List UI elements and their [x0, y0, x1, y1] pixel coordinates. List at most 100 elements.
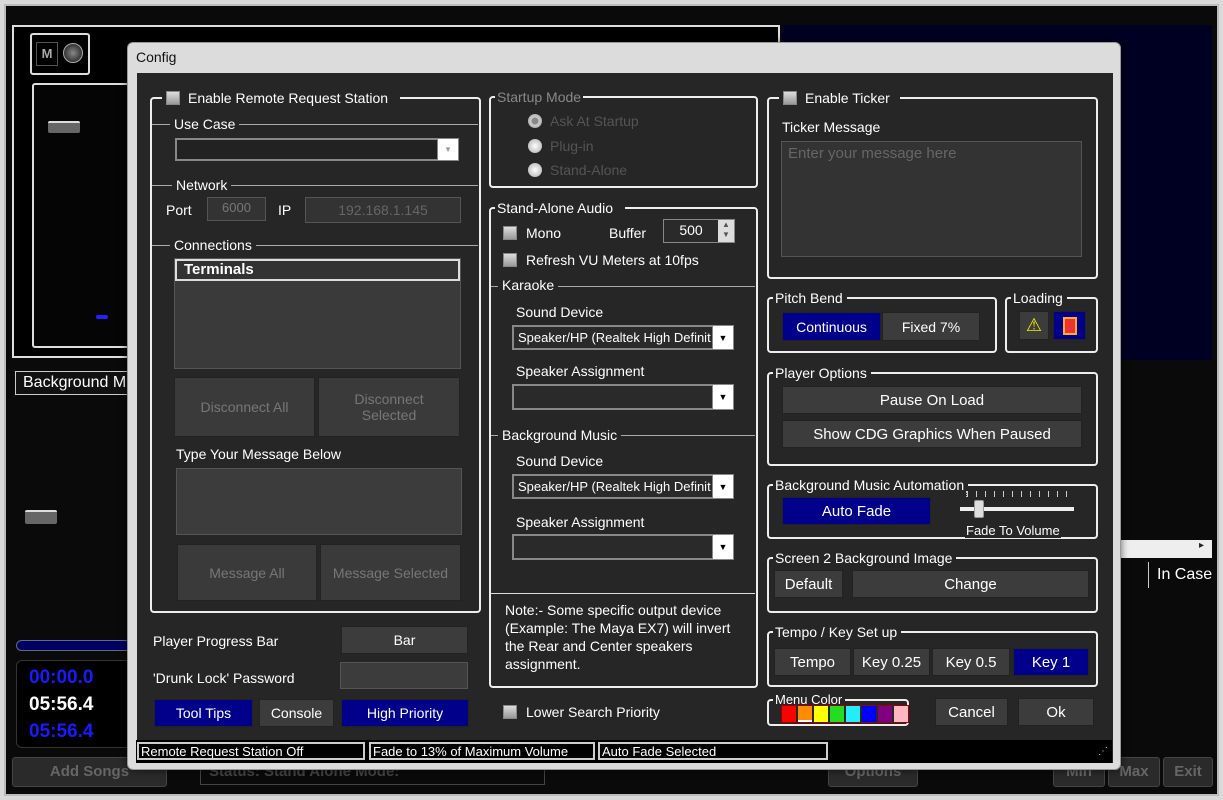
fade-to-volume-label: Fade To Volume	[965, 523, 1061, 538]
color-swatch[interactable]	[878, 706, 892, 722]
pause-on-load-button[interactable]: Pause On Load	[782, 386, 1082, 414]
continuous-button[interactable]: Continuous	[782, 312, 881, 341]
divider	[491, 593, 755, 594]
background-music-header: Background M	[15, 371, 140, 395]
color-swatch[interactable]	[894, 706, 908, 722]
key-05-button[interactable]: Key 0.5	[932, 648, 1010, 676]
enable-ticker-checkbox[interactable]	[783, 91, 797, 105]
cancel-button[interactable]: Cancel	[935, 698, 1008, 726]
player-progress-label: Player Progress Bar	[153, 633, 279, 649]
chevron-down-icon: ▼	[718, 392, 728, 402]
color-swatch[interactable]	[798, 706, 812, 722]
volume-knob-icon[interactable]	[63, 43, 83, 63]
default-button[interactable]: Default	[774, 570, 843, 598]
time-remaining: 05:56.4	[29, 721, 94, 742]
disconnect-selected-button[interactable]: Disconnect Selected	[318, 377, 460, 437]
status-fade: Fade to 13% of Maximum Volume	[369, 742, 595, 760]
port-label: Port	[166, 202, 192, 218]
ip-label: IP	[278, 202, 292, 218]
radio-icon	[528, 114, 542, 128]
bgm-speaker-dropdown[interactable]: ▼	[512, 534, 734, 560]
standalone-audio-label: Stand-Alone Audio	[495, 199, 625, 217]
scrollbar-horizontal[interactable]: ▸	[1120, 540, 1212, 558]
connections-label: Connections	[170, 237, 256, 253]
tempo-button[interactable]: Tempo	[774, 648, 851, 676]
mono-checkbox[interactable]	[503, 226, 517, 240]
ticker-message-input[interactable]: Enter your message here	[781, 141, 1082, 257]
color-swatch[interactable]	[814, 706, 828, 722]
meter-indicator	[96, 315, 108, 319]
lower-search-priority-label: Lower Search Priority	[526, 704, 660, 720]
menu-color-group: Menu Color	[767, 692, 909, 726]
slider-thumb[interactable]	[973, 500, 984, 518]
chevron-down-icon: ▼	[718, 542, 728, 552]
refresh-vu-checkbox[interactable]	[503, 253, 517, 267]
ok-button[interactable]: Ok	[1018, 698, 1094, 726]
color-swatch[interactable]	[846, 706, 860, 722]
buffer-spinner[interactable]: 500 ▲ ▼	[663, 219, 735, 243]
tool-tips-button[interactable]: Tool Tips	[154, 699, 253, 727]
message-selected-button[interactable]: Message Selected	[320, 544, 461, 601]
show-cdg-button[interactable]: Show CDG Graphics When Paused	[782, 420, 1082, 448]
radio-icon	[528, 139, 542, 153]
fixed-7-button[interactable]: Fixed 7%	[882, 312, 980, 341]
color-swatch[interactable]	[862, 706, 876, 722]
message-all-button[interactable]: Message All	[177, 544, 317, 601]
karaoke-label: Karaoke	[498, 277, 559, 293]
auto-fade-button[interactable]: Auto Fade	[782, 497, 931, 525]
message-textarea[interactable]	[176, 468, 462, 535]
speaker-note: Note:- Some specific output device (Exam…	[505, 602, 731, 672]
resize-grip-icon[interactable]: ⋰	[1098, 746, 1108, 757]
time-display: 00:00.0 05:56.4 05:56.4	[16, 660, 131, 748]
bgm-speaker-label: Speaker Assignment	[516, 514, 645, 530]
radio-icon	[528, 163, 542, 177]
karaoke-speaker-label: Speaker Assignment	[516, 363, 645, 379]
spinner-arrows-icon[interactable]: ▲ ▼	[718, 220, 734, 242]
exit-button[interactable]: Exit	[1163, 757, 1213, 787]
disconnect-all-button[interactable]: Disconnect All	[174, 377, 315, 437]
bgm-sound-device-dropdown[interactable]: Speaker/HP (Realtek High Definit ▼	[512, 474, 734, 499]
key-025-button[interactable]: Key 0.25	[853, 648, 930, 676]
loading-label: Loading	[1011, 289, 1067, 307]
fader-panel	[32, 83, 132, 348]
drunk-lock-password-input[interactable]	[340, 662, 468, 689]
progress-bar[interactable]	[16, 640, 131, 651]
karaoke-sound-device-dropdown[interactable]: Speaker/HP (Realtek High Definit ▼	[512, 325, 734, 350]
fade-to-volume-slider[interactable]	[960, 491, 1074, 521]
mono-label: Mono	[526, 225, 562, 241]
bgm-sound-device-label: Sound Device	[516, 453, 604, 469]
enable-ticker-label: Enable Ticker	[805, 90, 890, 106]
stop-icon[interactable]	[1053, 311, 1086, 340]
color-swatches	[781, 705, 909, 723]
warning-icon[interactable]: ⚠	[1019, 311, 1049, 340]
ip-input[interactable]: 192.168.1.145	[305, 197, 461, 223]
use-case-dropdown[interactable]: ▾	[175, 138, 459, 161]
screen2-label: Screen 2 Background Image	[773, 549, 957, 567]
chevron-down-icon: ▼	[718, 481, 728, 492]
status-remote: Remote Request Station Off	[137, 742, 365, 760]
tempo-key-label: Tempo / Key Set up	[773, 623, 902, 641]
bgm-label: Background Music	[498, 427, 622, 443]
karaoke-speaker-dropdown[interactable]: ▼	[512, 384, 734, 410]
terminals-list[interactable]: Terminals	[174, 258, 461, 369]
refresh-vu-label: Refresh VU Meters at 10fps	[526, 252, 699, 268]
color-swatch[interactable]	[830, 706, 844, 722]
console-button[interactable]: Console	[259, 699, 334, 727]
message-label: Type Your Message Below	[176, 446, 341, 462]
bg-fader-handle[interactable]	[25, 510, 57, 524]
high-priority-button[interactable]: High Priority	[341, 699, 469, 727]
mute-button[interactable]: M	[36, 42, 58, 66]
terminals-header[interactable]: Terminals	[175, 259, 460, 281]
color-swatch[interactable]	[782, 706, 796, 722]
enable-remote-checkbox[interactable]	[166, 91, 180, 105]
column-header-in-case[interactable]: In Case	[1148, 562, 1213, 588]
slider-ticks	[966, 491, 1068, 497]
change-button[interactable]: Change	[852, 570, 1089, 598]
key-1-button[interactable]: Key 1	[1013, 648, 1089, 676]
chevron-down-icon: ▼	[718, 332, 728, 343]
dialog-title: Config	[136, 49, 177, 65]
progress-bar-style-button[interactable]: Bar	[341, 626, 468, 654]
fader-handle[interactable]	[48, 121, 80, 133]
lower-search-priority-checkbox[interactable]	[503, 705, 517, 719]
port-input[interactable]: 6000	[207, 197, 266, 221]
